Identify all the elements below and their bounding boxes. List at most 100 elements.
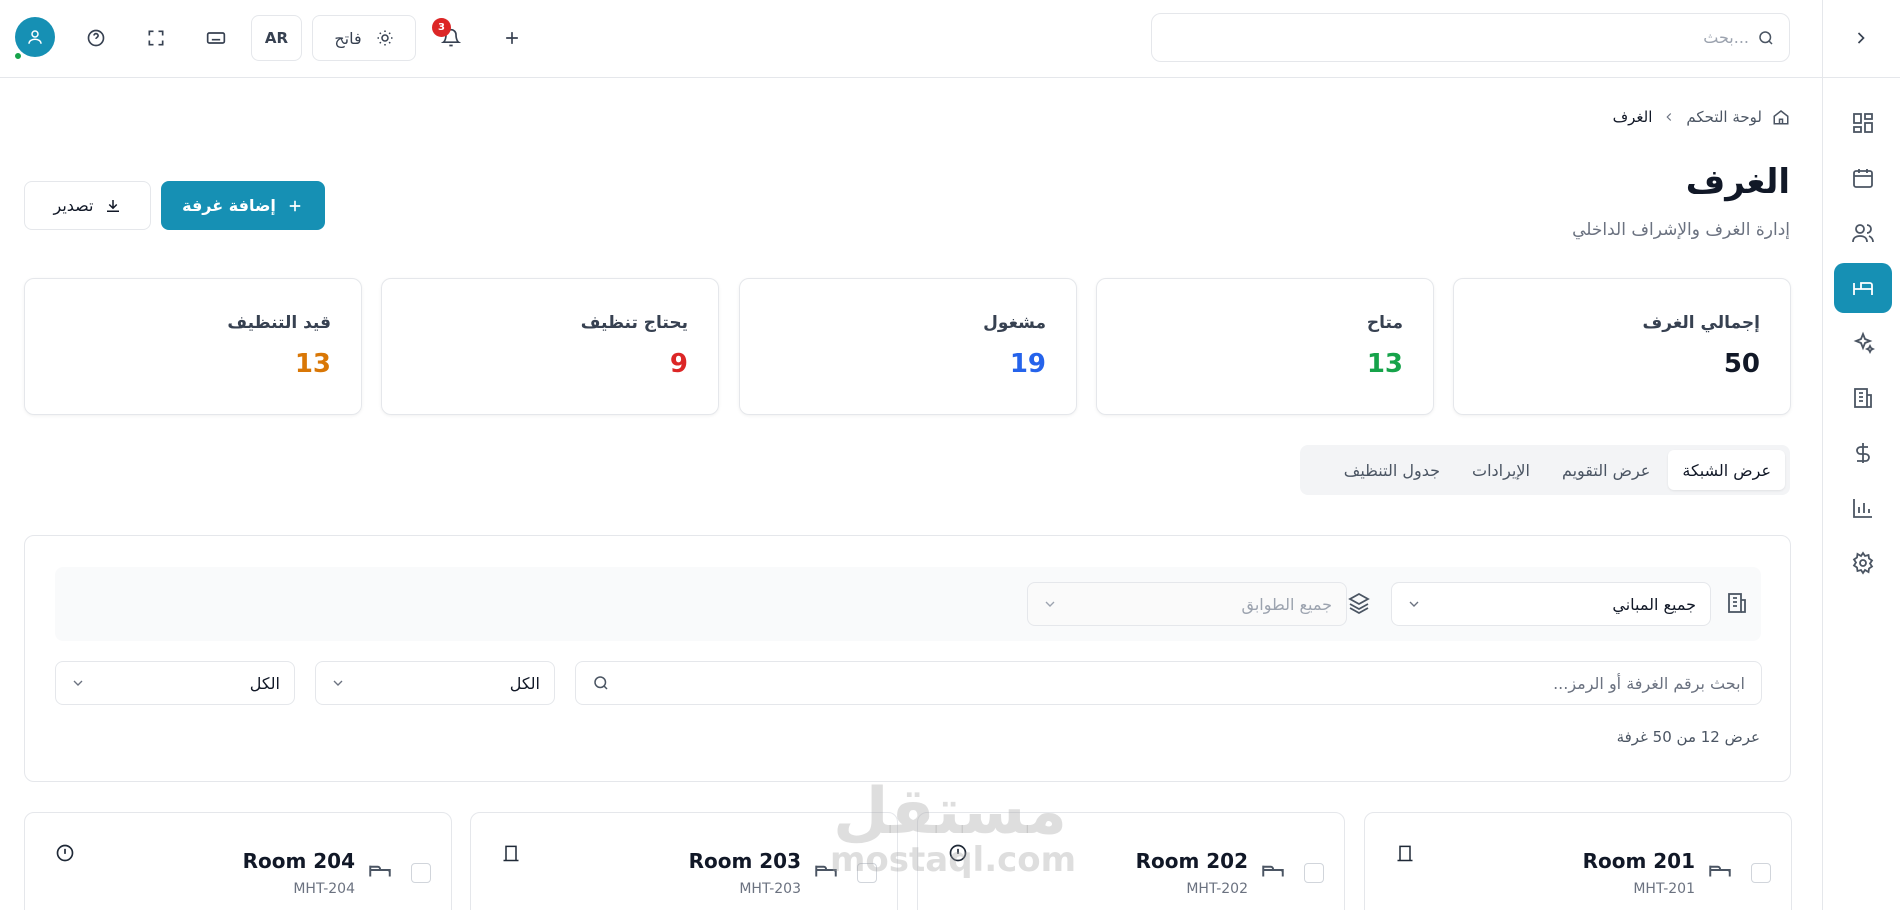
plus-icon bbox=[289, 200, 301, 211]
theme-label: فاتح bbox=[334, 28, 362, 48]
search-placeholder: بحث... bbox=[1703, 28, 1749, 47]
user-icon bbox=[28, 30, 42, 44]
sidebar-item-finance[interactable] bbox=[1834, 428, 1892, 478]
sidebar-collapse-button[interactable] bbox=[1835, 14, 1887, 62]
location-filter-row: جميع المباني جميع الطوابق bbox=[55, 567, 1761, 641]
stat-value: 50 bbox=[1723, 349, 1760, 379]
watermark: مستقل mostaql.com bbox=[830, 775, 1077, 880]
bed-icon bbox=[1709, 865, 1731, 877]
breadcrumb: لوحة التحكم الغرف bbox=[1613, 108, 1790, 126]
bar-chart-icon bbox=[1853, 499, 1872, 518]
fullscreen-icon bbox=[148, 30, 164, 46]
room-search-input[interactable]: ابحث برقم الغرفة أو الرمز... bbox=[575, 661, 1762, 705]
room-name: Room 201 bbox=[1582, 849, 1695, 873]
room-search-placeholder: ابحث برقم الغرفة أو الرمز... bbox=[1553, 673, 1745, 693]
sidebar bbox=[1822, 0, 1900, 910]
global-search-input[interactable]: بحث... bbox=[1151, 13, 1790, 62]
stat-value: 13 bbox=[1366, 349, 1403, 379]
fullscreen-button[interactable] bbox=[138, 15, 174, 61]
stat-label: قيد التنظيف bbox=[227, 313, 331, 333]
floor-select[interactable]: جميع الطوابق bbox=[1027, 582, 1347, 626]
stat-card-total: إجمالي الغرف 50 bbox=[1453, 278, 1791, 415]
sidebar-item-housekeeping[interactable] bbox=[1834, 318, 1892, 368]
layers-icon bbox=[1348, 592, 1370, 615]
tab-calendar-view[interactable]: عرض التقويم bbox=[1548, 450, 1664, 490]
breadcrumb-current: الغرف bbox=[1612, 108, 1653, 126]
watermark-english: mostaql.com bbox=[830, 840, 1077, 880]
chevron-down-icon bbox=[1409, 601, 1419, 607]
room-card[interactable]: Room 204 MHT-204 bbox=[24, 812, 452, 910]
type-select-value: الكل bbox=[249, 673, 280, 693]
page-title: الغرف bbox=[1685, 162, 1790, 202]
type-select[interactable]: الكل bbox=[55, 661, 295, 705]
export-label: تصدير bbox=[53, 196, 94, 215]
building-select-value: جميع المباني bbox=[1612, 594, 1696, 614]
room-name: Room 203 bbox=[688, 849, 801, 873]
sidebar-item-buildings[interactable] bbox=[1834, 373, 1892, 423]
language-switch[interactable]: AR bbox=[251, 15, 302, 61]
stat-label: مشغول bbox=[983, 313, 1046, 333]
stat-card-occupied: مشغول 19 bbox=[739, 278, 1077, 415]
sidebar-item-reports[interactable] bbox=[1834, 483, 1892, 533]
building-select[interactable]: جميع المباني bbox=[1391, 582, 1711, 626]
bed-icon bbox=[1262, 865, 1284, 877]
room-code: MHT-202 bbox=[1186, 881, 1248, 897]
export-button[interactable]: تصدير bbox=[24, 181, 151, 230]
tab-grid-view[interactable]: عرض الشبكة bbox=[1668, 450, 1785, 490]
keyboard-shortcuts-button[interactable] bbox=[198, 15, 234, 61]
add-room-button[interactable]: إضافة غرفة bbox=[161, 181, 325, 230]
building-icon bbox=[1854, 388, 1872, 408]
dollar-icon bbox=[1856, 443, 1870, 463]
keyboard-icon bbox=[206, 32, 226, 44]
room-checkbox[interactable] bbox=[411, 863, 431, 883]
page-subtitle: إدارة الغرف والإشراف الداخلي bbox=[1572, 220, 1790, 240]
status-select-value: الكل bbox=[509, 673, 540, 693]
room-code: MHT-204 bbox=[293, 881, 355, 897]
sun-icon bbox=[377, 30, 393, 46]
topbar: بحث... 3 فاتح AR bbox=[0, 0, 1822, 78]
users-icon bbox=[1852, 224, 1874, 243]
sidebar-item-calendar[interactable] bbox=[1834, 153, 1892, 203]
room-checkbox[interactable] bbox=[1304, 863, 1324, 883]
room-name: Room 202 bbox=[1135, 849, 1248, 873]
view-tabs: عرض الشبكة عرض التقويم الإيرادات جدول ال… bbox=[1300, 445, 1790, 495]
sidebar-item-dashboard[interactable] bbox=[1834, 98, 1892, 148]
chevron-down-icon bbox=[73, 680, 83, 686]
tab-cleaning-schedule[interactable]: جدول التنظيف bbox=[1330, 450, 1454, 490]
stat-label: إجمالي الغرف bbox=[1642, 313, 1761, 333]
floor-select-value: جميع الطوابق bbox=[1241, 594, 1332, 614]
calendar-icon bbox=[1853, 169, 1873, 188]
room-code: MHT-203 bbox=[739, 881, 801, 897]
stat-value: 13 bbox=[294, 349, 331, 379]
status-select[interactable]: الكل bbox=[315, 661, 555, 705]
chevron-down-icon bbox=[1045, 601, 1055, 607]
watermark-arabic: مستقل bbox=[832, 775, 1068, 849]
stat-value: 9 bbox=[669, 349, 688, 379]
home-icon bbox=[1773, 110, 1789, 125]
add-room-label: إضافة غرفة bbox=[182, 196, 276, 215]
theme-toggle[interactable]: فاتح bbox=[312, 15, 416, 61]
stat-label: يحتاج تنظيف bbox=[580, 313, 688, 333]
room-checkbox[interactable] bbox=[1751, 863, 1771, 883]
breadcrumb-home[interactable]: لوحة التحكم bbox=[1686, 108, 1762, 126]
stat-value: 19 bbox=[1009, 349, 1046, 379]
chevron-left-icon bbox=[1666, 113, 1672, 121]
help-button[interactable] bbox=[78, 15, 114, 61]
search-icon bbox=[594, 676, 608, 690]
bed-icon bbox=[1853, 282, 1873, 295]
sidebar-item-settings[interactable] bbox=[1834, 538, 1892, 588]
room-name: Room 204 bbox=[242, 849, 355, 873]
search-icon bbox=[1759, 30, 1773, 45]
chevron-right-icon bbox=[1857, 32, 1865, 44]
stat-label: متاح bbox=[1366, 313, 1403, 333]
room-card[interactable]: Room 201 MHT-201 bbox=[1364, 812, 1792, 910]
online-status-dot bbox=[13, 51, 23, 61]
add-button[interactable] bbox=[494, 15, 530, 61]
tab-revenue[interactable]: الإيرادات bbox=[1458, 450, 1544, 490]
stat-card-available: متاح 13 bbox=[1096, 278, 1434, 415]
room-code: MHT-201 bbox=[1633, 881, 1695, 897]
sidebar-item-guests[interactable] bbox=[1834, 208, 1892, 258]
door-icon bbox=[1397, 845, 1413, 862]
sidebar-item-rooms[interactable] bbox=[1834, 263, 1892, 313]
sidebar-divider bbox=[1823, 77, 1900, 78]
